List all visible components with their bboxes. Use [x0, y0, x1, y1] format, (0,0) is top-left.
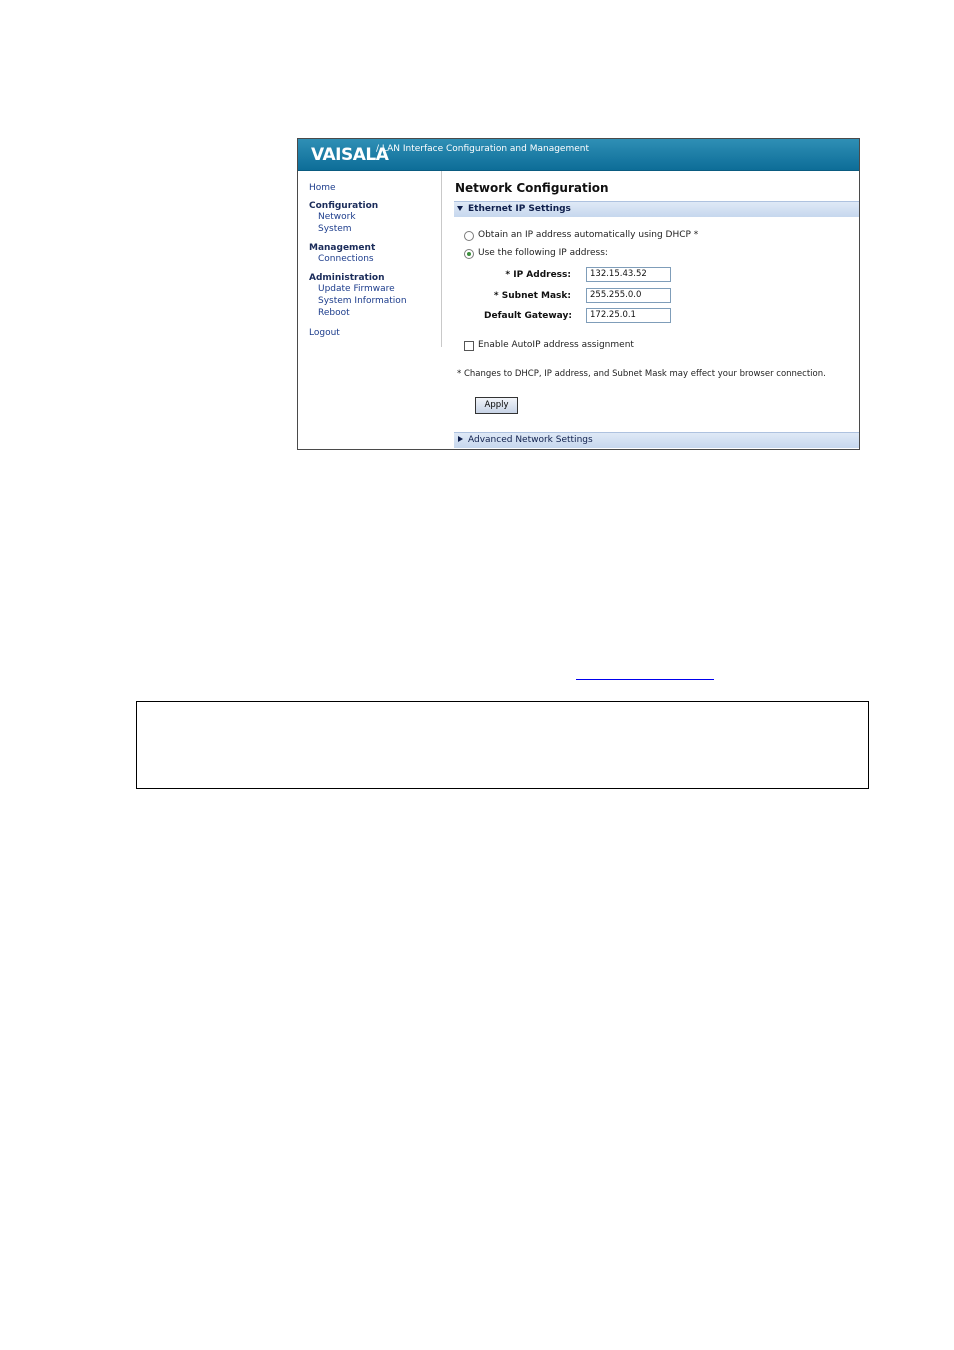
default-gateway-input[interactable]: 172.25.0.1 [586, 308, 671, 323]
nav-logout[interactable]: Logout [309, 328, 340, 338]
main-content: Network Configuration Ethernet IP Settin… [444, 171, 859, 449]
autoip-checkbox-label: Enable AutoIP address assignment [478, 340, 634, 350]
nav-network[interactable]: Network [318, 212, 356, 222]
nav-reboot[interactable]: Reboot [318, 308, 350, 318]
static-ip-radio[interactable] [464, 249, 474, 259]
note-box [136, 701, 869, 789]
app-header: VAISALA / LAN Interface Configuration an… [298, 139, 859, 171]
static-ip-radio-label: Use the following IP address: [478, 248, 608, 258]
nav-home[interactable]: Home [309, 183, 336, 193]
nav-heading-configuration: Configuration [309, 201, 379, 211]
subnet-mask-label: * Subnet Mask: [493, 291, 571, 301]
connection-warning-note: * Changes to DHCP, IP address, and Subne… [457, 369, 826, 379]
dhcp-radio[interactable] [464, 231, 474, 241]
radio-selected-dot [467, 252, 471, 256]
app-screenshot: VAISALA / LAN Interface Configuration an… [297, 138, 860, 450]
nav-heading-management: Management [309, 243, 376, 253]
side-nav: Home Configuration Network System Manage… [298, 171, 442, 347]
section-ethernet-ip-settings[interactable]: Ethernet IP Settings [454, 201, 859, 217]
nav-system[interactable]: System [318, 224, 352, 234]
nav-heading-administration: Administration [309, 273, 385, 283]
nav-connections[interactable]: Connections [318, 254, 374, 264]
section-advanced-network-settings[interactable]: Advanced Network Settings [454, 432, 859, 448]
page-title: Network Configuration [455, 181, 609, 195]
expand-arrow-icon [458, 436, 463, 442]
collapse-arrow-icon [457, 205, 463, 211]
ip-address-input[interactable]: 132.15.43.52 [586, 267, 671, 282]
dhcp-radio-label: Obtain an IP address automatically using… [478, 230, 699, 240]
section-advanced-label: Advanced Network Settings [468, 435, 593, 445]
autoip-checkbox[interactable] [464, 341, 474, 351]
default-gateway-label: Default Gateway: [484, 311, 572, 321]
nav-update-firmware[interactable]: Update Firmware [318, 284, 395, 294]
section-ethernet-label: Ethernet IP Settings [468, 204, 571, 214]
nav-system-information[interactable]: System Information [318, 296, 407, 306]
apply-button[interactable]: Apply [475, 397, 518, 414]
subnet-mask-input[interactable]: 255.255.0.0 [586, 288, 671, 303]
app-title: / LAN Interface Configuration and Manage… [376, 144, 589, 154]
hyperlink-underline[interactable] [576, 679, 714, 680]
ip-address-label: * IP Address: [505, 270, 571, 280]
